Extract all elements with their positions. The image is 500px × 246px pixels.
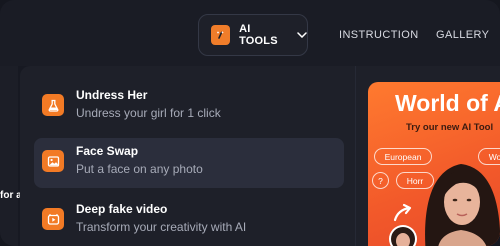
menu-item-subtitle: Put a face on any photo [76,162,203,176]
image-icon [42,150,64,172]
promo-title: World of A [395,90,500,116]
menu-item-subtitle: Undress your girl for 1 click [76,106,221,120]
source-face-thumbnail [389,225,417,246]
promo-subtitle: Try our new AI Tool [406,122,494,133]
promo-card[interactable]: World of A Try our new AI Tool European … [368,82,500,246]
app-window: AI TOOLS INSTRUCTION GALLERY for a Undre… [0,0,500,246]
background-page-text: for a [0,190,22,201]
portrait-image [425,164,500,246]
background-page-strip [0,66,18,246]
ai-tools-menu-button[interactable]: AI TOOLS [198,14,308,56]
menu-item-deep-fake-video[interactable]: Deep fake video Transform your creativit… [34,196,344,246]
video-icon [42,208,64,230]
menu-item-title: Undress Her [76,88,148,102]
menu-item-title: Deep fake video [76,202,168,216]
dropdown-divider [355,66,356,246]
menu-item-subtitle: Transform your creativity with AI [76,220,247,234]
menu-item-title: Face Swap [76,144,139,158]
menu-item-undress-her[interactable]: Undress Her Undress your girl for 1 clic… [34,82,344,132]
ai-tools-label: AI TOOLS [239,23,278,47]
menu-item-face-swap[interactable]: Face Swap Put a face on any photo [34,138,344,188]
flask-icon [42,94,64,116]
chevron-down-icon [297,32,307,38]
arrow-icon [393,203,412,222]
nav-gallery-link[interactable]: GALLERY [436,29,489,41]
ai-tools-icon [211,25,231,45]
nav-instruction-link[interactable]: INSTRUCTION [339,29,419,41]
promo-chip[interactable]: ? [372,172,389,189]
